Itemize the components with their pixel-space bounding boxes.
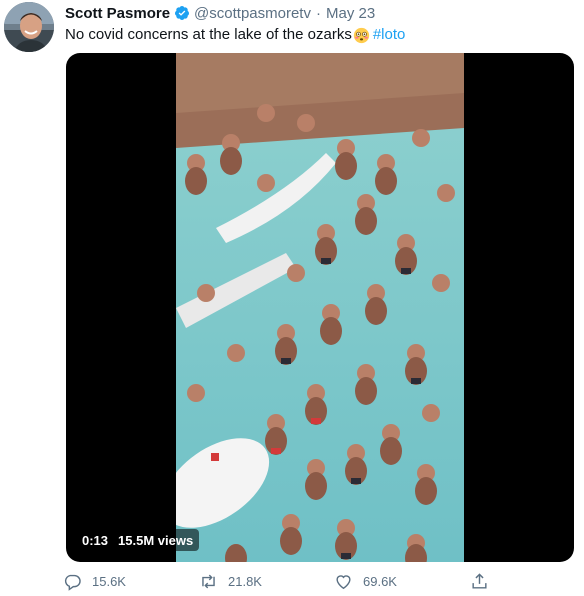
like-button[interactable]: 69.6K <box>334 568 397 594</box>
pool-crowd-image <box>176 53 464 562</box>
like-count: 69.6K <box>363 573 397 589</box>
video-meta-overlay: 0:13 15.5M views <box>76 529 200 551</box>
reply-count: 15.6K <box>92 573 126 589</box>
flushed-face-icon <box>353 27 369 43</box>
retweet-button[interactable]: 21.8K <box>199 568 262 594</box>
video-timestamp: 0:13 <box>82 532 109 548</box>
retweet-count: 21.8K <box>228 573 262 589</box>
heart-icon <box>336 574 351 589</box>
verified-badge-icon <box>175 6 190 20</box>
action-bar: 15.6K 21.8K 69.6K <box>63 568 503 594</box>
avatar-photo <box>4 2 54 52</box>
reply-button[interactable]: 15.6K <box>63 568 126 594</box>
video-frame[interactable] <box>176 53 464 562</box>
hashtag-link[interactable]: #loto <box>373 25 406 45</box>
share-button[interactable] <box>470 568 489 594</box>
video-player[interactable]: 0:13 15.5M views <box>66 53 574 562</box>
display-name[interactable]: Scott Pasmore <box>65 5 170 22</box>
reply-icon <box>64 574 81 591</box>
tweet[interactable]: Scott Pasmore @scottpasmoretv · May 23 N… <box>0 0 584 596</box>
retweet-icon <box>202 574 215 588</box>
share-icon <box>472 572 487 589</box>
tweet-date[interactable]: May 23 <box>326 5 375 22</box>
tweet-text: No covid concerns at the lake of the oza… <box>65 25 405 45</box>
handle[interactable]: @scottpasmoretv <box>194 5 311 22</box>
avatar[interactable] <box>4 2 54 52</box>
separator-dot: · <box>315 4 321 22</box>
tweet-body: No covid concerns at the lake of the oza… <box>65 26 352 43</box>
video-views: 15.5M views <box>118 532 194 548</box>
tweet-header: Scott Pasmore @scottpasmoretv · May 23 <box>65 3 375 23</box>
